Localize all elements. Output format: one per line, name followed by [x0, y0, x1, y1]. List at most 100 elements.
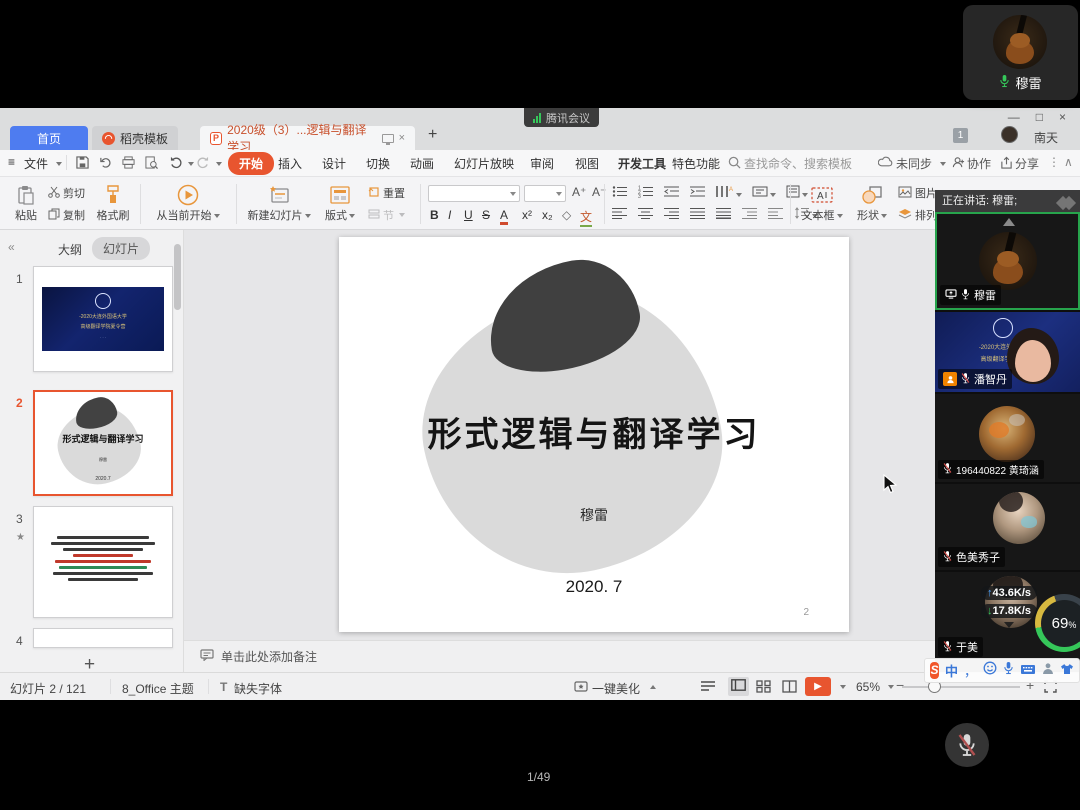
slideshow-play-button[interactable]: ▶ — [805, 677, 831, 696]
scroll-up-icon[interactable] — [1003, 218, 1015, 226]
new-slide-button[interactable]: 新建幻灯片 — [244, 183, 314, 223]
underline-button[interactable]: U — [464, 208, 473, 222]
align-left-icon[interactable] — [612, 207, 628, 222]
reading-view-icon[interactable] — [782, 680, 797, 696]
new-tab-button[interactable]: + — [428, 126, 437, 144]
clear-format-icon[interactable]: ◇ — [562, 208, 571, 222]
print-preview-icon[interactable] — [145, 156, 158, 172]
align-center-icon[interactable] — [638, 207, 654, 222]
zoom-out-icon[interactable]: − — [896, 677, 904, 693]
phonetic-guide-icon[interactable]: 文 — [580, 208, 592, 227]
justify-icon[interactable] — [690, 207, 706, 222]
menu-review[interactable]: 审阅 — [530, 155, 554, 172]
minimize-button[interactable]: — — [1008, 110, 1020, 124]
reset-button[interactable]: 重置 — [368, 185, 405, 201]
menu-features[interactable]: 特色功能 — [672, 155, 720, 172]
close-button[interactable]: × — [1059, 110, 1066, 124]
quickbar-caret-icon[interactable] — [216, 162, 222, 166]
play-from-current-button[interactable]: 从当前开始 — [146, 183, 230, 223]
slide-date[interactable]: 2020. 7 — [339, 577, 849, 597]
undo-caret-icon[interactable] — [188, 162, 194, 166]
menu-devtools[interactable]: 开发工具 — [618, 155, 666, 172]
numbering-icon[interactable]: 123 — [638, 185, 654, 201]
menu-view[interactable]: 视图 — [575, 155, 599, 172]
strikethrough-button[interactable]: S — [482, 208, 490, 222]
cut-button[interactable]: 剪切 — [48, 185, 85, 201]
sidebar-scrollbar[interactable] — [174, 244, 181, 310]
sogou-logo-icon[interactable]: S — [930, 662, 939, 679]
collab-icon[interactable] — [952, 156, 965, 172]
menu-insert[interactable]: 插入 — [278, 155, 302, 172]
collapse-sidebar-icon[interactable]: « — [8, 240, 15, 254]
indent-left-icon[interactable] — [742, 207, 758, 222]
skin-icon[interactable] — [1060, 662, 1074, 680]
menu-slideshow[interactable]: 幻灯片放映 — [454, 155, 514, 172]
columns-icon[interactable]: A — [716, 185, 742, 201]
meeting-share-banner[interactable]: 腾讯会议 — [524, 108, 599, 127]
search-input[interactable]: 查找命令、搜索模板 — [744, 155, 852, 172]
beautify-icon[interactable] — [574, 680, 588, 696]
save-icon[interactable] — [76, 156, 89, 172]
print-icon[interactable] — [122, 156, 135, 172]
tab-close-icon[interactable]: × — [399, 132, 405, 144]
account-icon[interactable] — [1042, 662, 1054, 680]
distribute-icon[interactable] — [716, 207, 732, 222]
bold-button[interactable]: B — [430, 208, 439, 222]
increase-font-icon[interactable]: A⁺ — [572, 185, 586, 199]
zoom-slider-track[interactable] — [902, 686, 1020, 688]
share-label[interactable]: 分享 — [1015, 155, 1039, 172]
italic-button[interactable]: I — [448, 208, 451, 222]
slide-title[interactable]: 形式逻辑与翻译学习 — [339, 407, 849, 456]
ime-punct-toggle[interactable]: ， — [964, 661, 977, 680]
font-family-select[interactable] — [428, 185, 520, 202]
video-tile-panzhidan[interactable]: -2020大连外国语大学 高级翻译学院夏令营 潘智丹 — [935, 312, 1080, 392]
slide-thumbnail-1[interactable]: -2020大连外国语大学 高级翻译学院夏令营 · · · — [33, 266, 173, 372]
voice-input-icon[interactable] — [1003, 661, 1014, 680]
slide-author[interactable]: 穆雷 — [339, 505, 849, 525]
menu-transition[interactable]: 切换 — [366, 155, 390, 172]
user-avatar[interactable] — [1001, 126, 1018, 143]
share-icon[interactable] — [1000, 156, 1013, 172]
ime-mode-toggle[interactable]: 中 — [945, 661, 958, 680]
menu-start[interactable]: 开始 — [228, 152, 274, 175]
layout-button[interactable]: 版式 — [320, 183, 360, 223]
zoom-level[interactable]: 65% — [856, 680, 880, 694]
more-menu-icon[interactable]: ⋮ — [1048, 155, 1060, 169]
format-painter-button[interactable]: 格式刷 — [92, 183, 134, 223]
collapse-ribbon-icon[interactable]: ∧ — [1064, 155, 1073, 169]
video-tile-yumei[interactable]: ↑43.6K/s ↓17.8K/s 69% 于美 — [935, 572, 1080, 660]
video-tile-huangqihan[interactable]: 196440822 黄琦涵 — [935, 394, 1080, 482]
slide-thumbnail-3[interactable] — [33, 506, 173, 618]
decrease-indent-icon[interactable] — [664, 185, 680, 201]
text-direction-icon[interactable] — [752, 185, 776, 201]
video-tile-semeixiuzi[interactable]: 色美秀子 — [935, 484, 1080, 570]
align-right-icon[interactable] — [664, 207, 680, 222]
menu-file[interactable]: 文件 — [24, 155, 48, 172]
font-size-select[interactable] — [524, 185, 566, 202]
notes-toggle-icon[interactable] — [700, 680, 716, 696]
floating-video-tile[interactable]: 穆雷 — [963, 5, 1078, 100]
video-tile-mulei[interactable]: 穆雷 — [935, 212, 1080, 310]
normal-view-icon[interactable] — [728, 677, 749, 696]
slide-sorter-icon[interactable] — [756, 680, 771, 696]
paste-button[interactable]: 粘贴 — [8, 183, 44, 223]
undo-icon[interactable] — [170, 156, 183, 172]
play-caret-icon[interactable] — [840, 685, 846, 689]
notification-badge[interactable]: 1 — [953, 128, 968, 143]
slide-thumbnail-4[interactable] — [33, 628, 173, 648]
theme-name[interactable]: 8_Office 主题 — [122, 680, 194, 697]
section-button[interactable]: 节 — [368, 207, 405, 223]
copy-button[interactable]: 复制 — [48, 207, 85, 223]
tab-template[interactable]: ◠ 稻壳模板 — [92, 126, 178, 150]
tab-document[interactable]: P 2020级（3）...逻辑与翻译学习 × — [200, 126, 415, 150]
soft-keyboard-icon[interactable] — [1020, 662, 1036, 680]
tab-home[interactable]: 首页 — [10, 126, 88, 150]
bullets-icon[interactable] — [612, 185, 628, 201]
hamburger-icon[interactable]: ≡ — [8, 155, 15, 169]
font-color-button[interactable]: A — [500, 208, 508, 225]
missing-font-label[interactable]: 缺失字体 — [234, 680, 282, 697]
subscript-button[interactable]: x₂ — [542, 208, 553, 222]
increase-indent-icon[interactable] — [690, 185, 706, 201]
menu-design[interactable]: 设计 — [322, 155, 346, 172]
sync-status[interactable]: 未同步 — [896, 155, 932, 172]
